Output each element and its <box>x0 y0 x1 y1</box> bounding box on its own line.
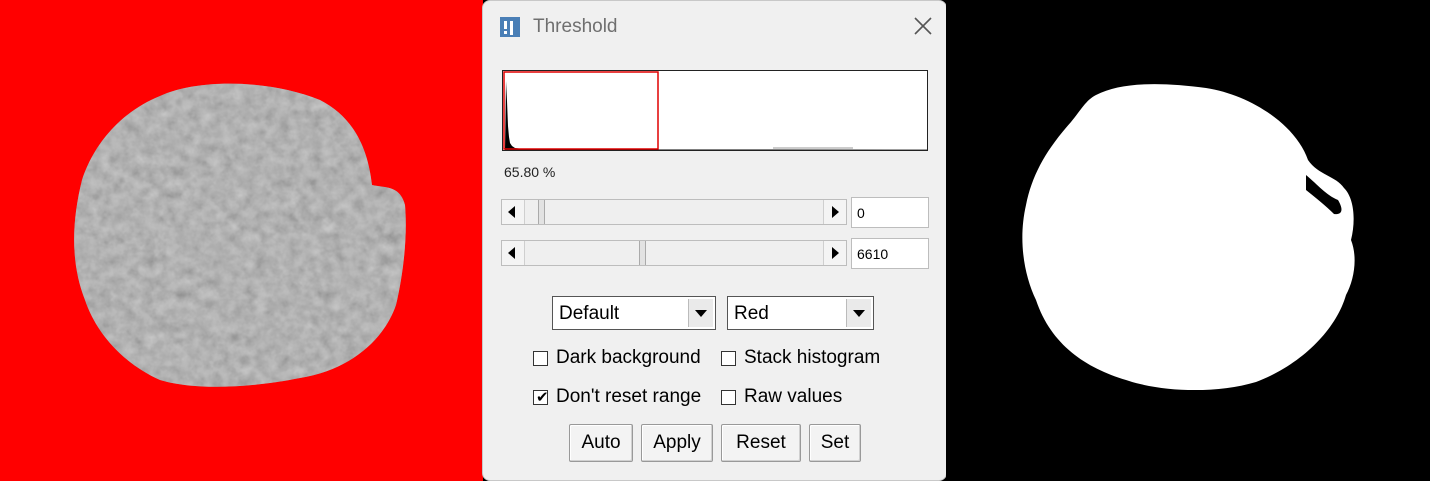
percent-label: 65.80 % <box>504 164 556 180</box>
max-threshold-field[interactable] <box>851 238 929 269</box>
checkbox-box[interactable] <box>533 351 548 366</box>
checkbox-box[interactable]: ✔ <box>533 389 549 406</box>
method-select[interactable]: Default <box>552 296 716 330</box>
checkbox-box[interactable] <box>721 351 736 366</box>
min-threshold-field[interactable] <box>851 197 929 228</box>
dont-reset-range-checkbox[interactable]: ✔ Don't reset range <box>533 386 713 412</box>
stack-histogram-checkbox[interactable]: Stack histogram <box>721 347 901 373</box>
checkbox-box[interactable] <box>721 390 736 405</box>
display-select-value: Red <box>734 303 769 324</box>
slider-right-arrow-icon[interactable] <box>823 200 846 224</box>
checkbox-label: Dark background <box>556 347 701 368</box>
cell-image <box>74 83 406 387</box>
mask-image-panel <box>946 0 1430 481</box>
method-select-value: Default <box>559 303 620 324</box>
chevron-down-icon[interactable] <box>846 299 871 327</box>
reset-button[interactable]: Reset <box>721 424 801 462</box>
threshold-dialog: Threshold 65.80 % Default Red <box>482 0 947 481</box>
set-button[interactable]: Set <box>809 424 861 462</box>
checkbox-label: Raw values <box>744 386 843 407</box>
histogram <box>502 70 928 151</box>
slider-right-arrow-icon[interactable] <box>823 241 846 265</box>
auto-button[interactable]: Auto <box>569 424 633 462</box>
threshold-range-box <box>503 71 659 150</box>
checkmark-icon: ✔ <box>536 389 549 406</box>
checkbox-label: Stack histogram <box>744 347 881 368</box>
histogram-plot <box>503 71 927 150</box>
slider-left-arrow-icon[interactable] <box>502 200 525 224</box>
dark-background-checkbox[interactable]: Dark background <box>533 347 713 373</box>
chevron-down-icon[interactable] <box>688 299 713 327</box>
slider-thumb[interactable] <box>639 241 646 265</box>
slider-left-arrow-icon[interactable] <box>502 241 525 265</box>
binary-mask <box>1022 84 1355 391</box>
close-icon[interactable] <box>905 12 939 42</box>
max-threshold-slider[interactable] <box>501 240 847 266</box>
min-threshold-slider[interactable] <box>501 199 847 225</box>
thresholded-image-panel <box>0 0 483 481</box>
display-select[interactable]: Red <box>727 296 874 330</box>
apply-button[interactable]: Apply <box>641 424 713 462</box>
dialog-title: Threshold <box>533 16 618 37</box>
raw-values-checkbox[interactable]: Raw values <box>721 386 861 412</box>
imagej-icon <box>500 17 520 37</box>
title-bar: Threshold <box>483 1 946 53</box>
slider-thumb[interactable] <box>538 200 545 224</box>
checkbox-label: Don't reset range <box>556 386 702 407</box>
